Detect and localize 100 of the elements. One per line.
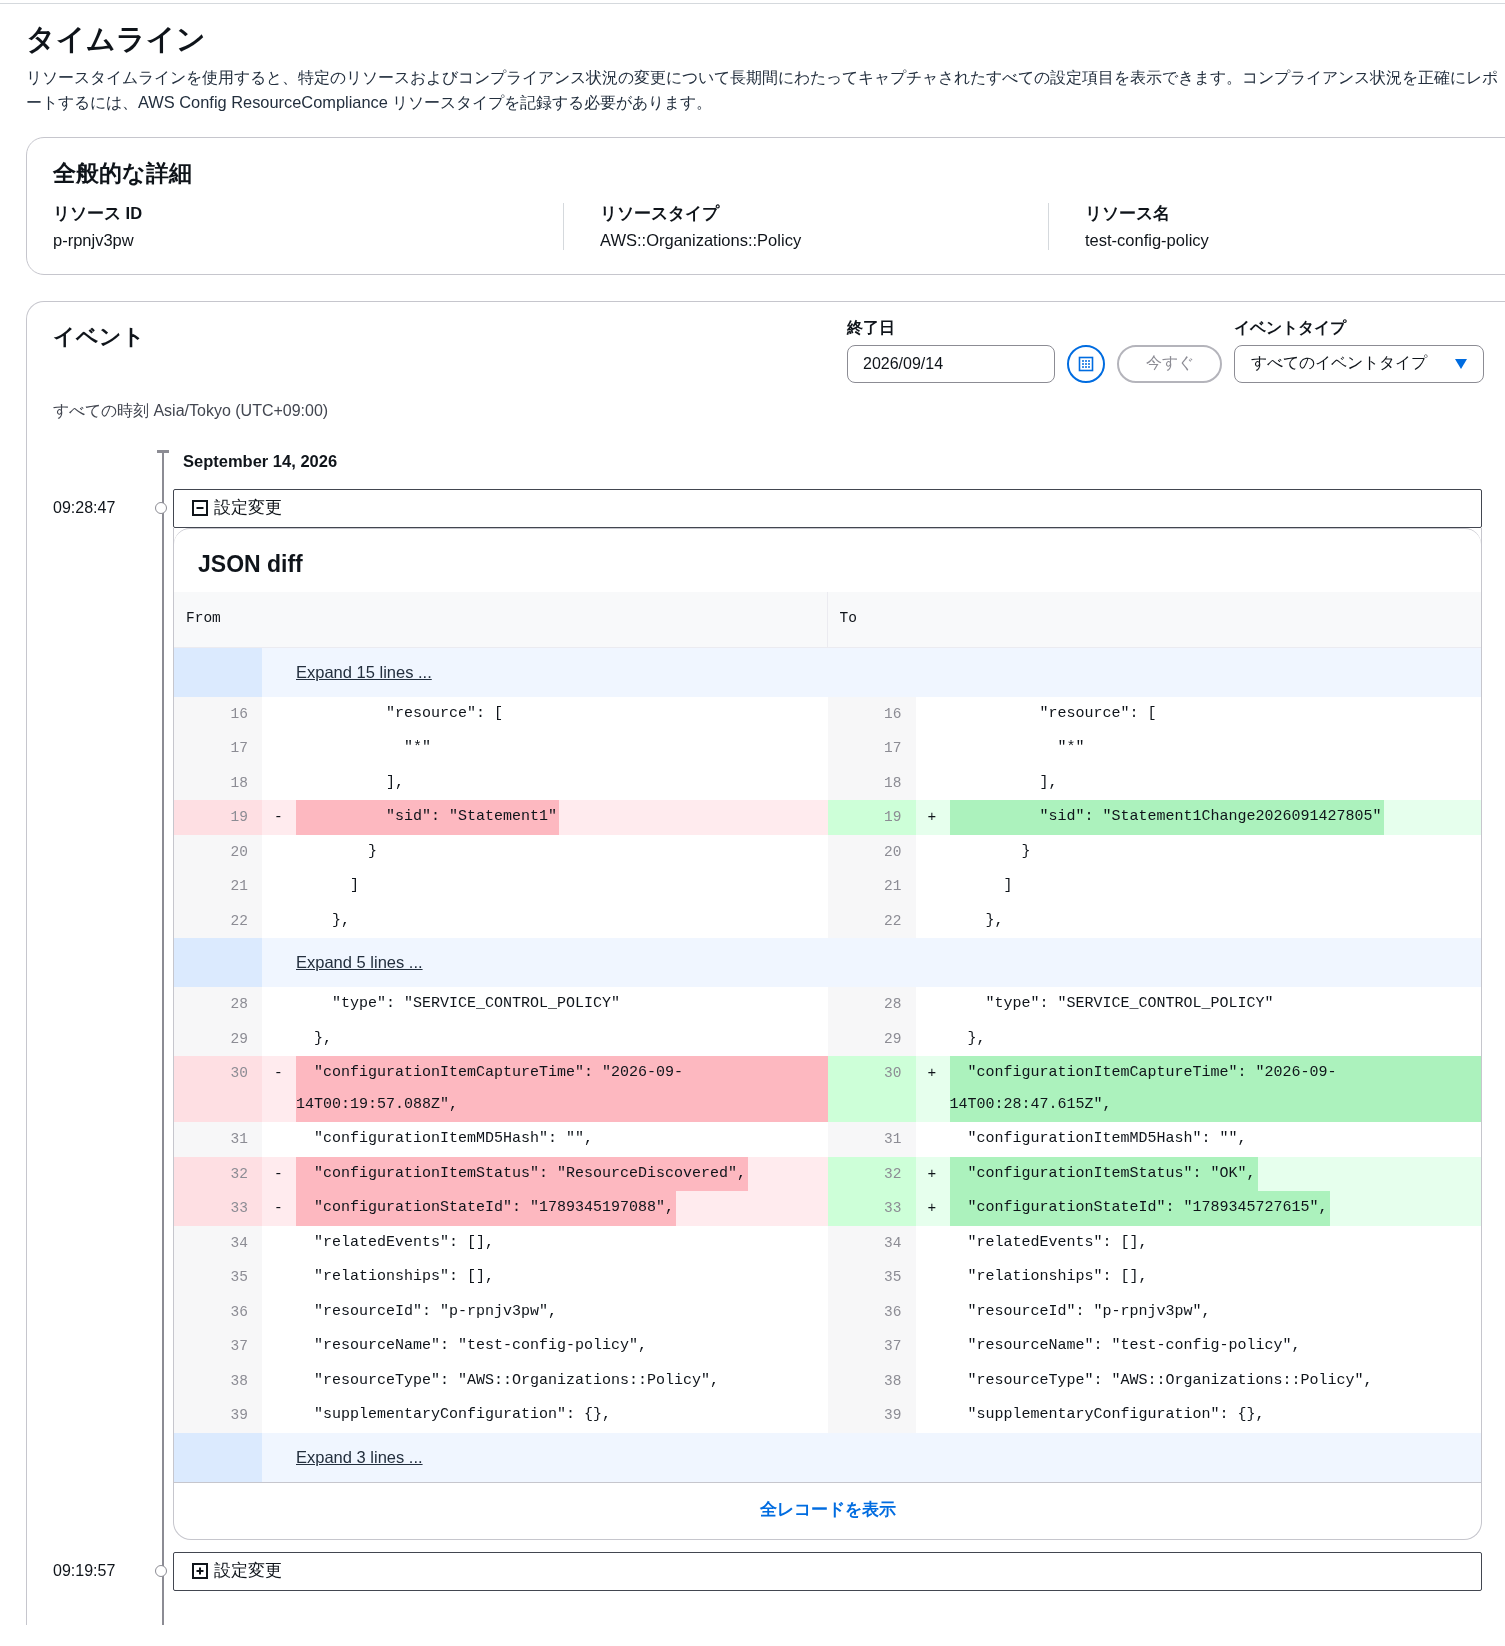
code-line: "supplementaryConfiguration": {},	[966, 1405, 1266, 1426]
code-line: },	[331, 910, 352, 931]
date-heading: September 14, 2026	[182, 450, 339, 472]
diff-marker: +	[926, 808, 938, 828]
line-number: 21	[174, 869, 262, 904]
line-number: 31	[827, 1122, 916, 1157]
card-title: 全般的な詳細	[53, 158, 193, 188]
field-label: リソース名	[1085, 202, 1171, 224]
code-line: },	[966, 1028, 987, 1049]
line-number: 20	[827, 834, 916, 870]
calendar-button[interactable]	[1067, 344, 1105, 383]
line-number: 35	[827, 1260, 916, 1295]
event-toggle[interactable]: 設定変更	[173, 1551, 1482, 1591]
timeline-node	[155, 501, 167, 514]
code-line: "configurationItemMD5Hash": "",	[966, 1129, 1248, 1150]
code-line: "*"	[1056, 738, 1086, 759]
code-line: "resourceType": "AWS::Organizations::Policy",	[313, 1370, 721, 1391]
code-line: "relationships": [],	[966, 1267, 1149, 1288]
code-line: "type": "SERVICE_CONTROL_POLICY"	[331, 994, 622, 1015]
line-number: 22	[174, 903, 262, 939]
diff-marker: +	[926, 1064, 938, 1084]
diff-marker: +	[926, 1164, 938, 1184]
code-line: }	[1020, 841, 1032, 862]
page-description: リソースタイムラインを使用すると、特定のリソースおよびコンプライアンス状況の変更について長期間にわたってキャプチャされたすべての設定項目を表示できます。コンプライアンス状況を正確にレポートするには、AWS Config ResourceCompliance リソースタイプを記録する必要があります。	[26, 66, 1499, 113]
field-value: AWS::Organizations::Policy	[600, 230, 803, 250]
code-line: ],	[1038, 772, 1059, 793]
diff-marker: -	[273, 1064, 284, 1084]
code-line: "configurationItemMD5Hash": "",	[313, 1129, 595, 1150]
column-header: To	[838, 608, 858, 628]
line-number: 16	[827, 696, 916, 732]
diff-marker: -	[273, 1199, 284, 1219]
line-number: 32	[827, 1156, 916, 1192]
line-number: 38	[827, 1363, 916, 1399]
line-number: 18	[174, 765, 262, 801]
line-number: 20	[174, 834, 262, 870]
code-line: "resource": [	[1038, 703, 1158, 724]
page-title: タイムライン	[26, 22, 207, 57]
timezone-note: すべての時刻 Asia/Tokyo (UTC+09:00)	[53, 400, 330, 421]
event-time: 09:28:47	[53, 498, 117, 517]
line-number: 16	[174, 696, 262, 732]
field-label: 終了日	[847, 317, 896, 338]
line-number: 19	[827, 800, 916, 835]
field-value: test-config-policy	[1085, 230, 1210, 250]
code-line: "supplementaryConfiguration": {},	[313, 1405, 613, 1426]
field-label: リソースタイプ	[600, 202, 721, 224]
card-title: イベント	[53, 322, 146, 351]
line-number: 19	[174, 800, 262, 835]
line-number: 31	[174, 1122, 262, 1157]
line-number: 36	[174, 1294, 262, 1330]
caret-icon	[1455, 358, 1467, 369]
code-line: },	[984, 910, 1005, 931]
code-line: "relatedEvents": [],	[966, 1232, 1149, 1253]
line-number: 34	[827, 1225, 916, 1261]
field-label: イベントタイプ	[1234, 317, 1348, 338]
line-number: 28	[174, 987, 262, 1022]
line-number: 37	[174, 1329, 262, 1364]
date-field[interactable]: 2026/09/14	[847, 344, 1055, 383]
column-header: From	[174, 591, 828, 647]
code-line: ]	[1002, 876, 1014, 897]
code-line: },	[313, 1028, 334, 1049]
line-number: 30	[174, 1056, 262, 1123]
line-number: 21	[827, 869, 916, 904]
code-line: "resource": [	[385, 703, 505, 724]
code-line: ]	[349, 876, 361, 897]
code-line: "resourceName": "test-config-policy",	[966, 1336, 1302, 1357]
line-number: 38	[174, 1363, 262, 1399]
code-line: "resourceType": "AWS::Organizations::Policy",	[966, 1370, 1374, 1391]
diff-marker: -	[273, 808, 284, 828]
expand-lines-link[interactable]: Expand 3 lines ...	[296, 1447, 423, 1467]
code-line: "type": "SERVICE_CONTROL_POLICY"	[984, 994, 1275, 1015]
diff-marker: +	[926, 1199, 938, 1219]
line-number: 30	[827, 1056, 916, 1123]
line-number: 33	[174, 1191, 262, 1226]
code-line: "relationships": [],	[313, 1267, 496, 1288]
line-number: 18	[827, 765, 916, 801]
code-line: "resourceId": "p-rpnjv3pw",	[966, 1301, 1212, 1322]
line-number: 29	[174, 1021, 262, 1057]
line-number: 37	[827, 1329, 916, 1364]
event-toggle[interactable]: 設定変更	[173, 488, 1482, 528]
event-time: 09:19:57	[53, 1561, 117, 1580]
expand-lines-link[interactable]: Expand 5 lines ...	[296, 953, 423, 973]
line-number: 34	[174, 1225, 262, 1261]
line-number: 28	[827, 987, 916, 1022]
field-label: リソース ID	[53, 202, 144, 224]
calendar-icon	[1078, 355, 1094, 372]
expand-lines-link[interactable]: Expand 15 lines ...	[296, 662, 432, 682]
event-type-select[interactable]: すべてのイベントタイプ	[1234, 344, 1484, 383]
timeline-tick	[157, 449, 169, 453]
code-line: ],	[385, 772, 406, 793]
diff-marker: -	[273, 1164, 284, 1184]
timeline-node	[155, 1564, 167, 1577]
line-number: 35	[174, 1260, 262, 1295]
field-value: p-rpnjv3pw	[53, 230, 135, 250]
code-line: "relatedEvents": [],	[313, 1232, 496, 1253]
code-line: "resourceName": "test-config-policy",	[313, 1336, 649, 1357]
line-number: 29	[827, 1021, 916, 1057]
code-line: "resourceId": "p-rpnjv3pw",	[313, 1301, 559, 1322]
line-number: 22	[827, 903, 916, 939]
line-number: 39	[174, 1398, 262, 1433]
view-all-records-link[interactable]: 全レコードを表示	[759, 1498, 896, 1521]
